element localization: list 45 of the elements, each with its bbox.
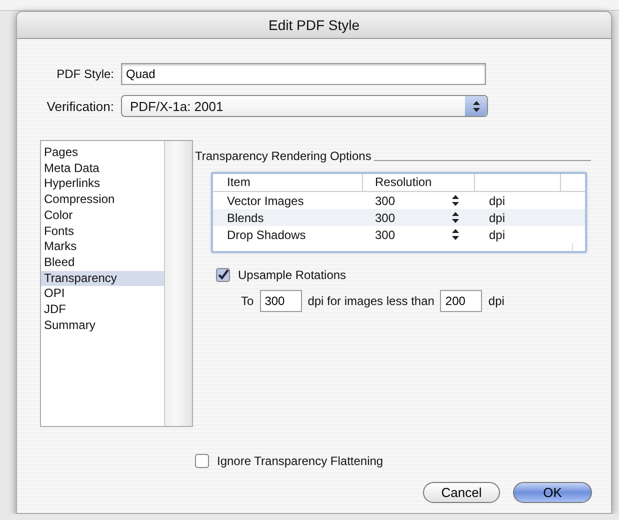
input-field[interactable]: 200 <box>440 290 482 312</box>
window-title: Edit PDF Style <box>268 17 360 33</box>
stepper-icon <box>472 100 480 112</box>
field-label: PDF Style: <box>56 67 114 81</box>
field-label: dpi <box>488 294 504 308</box>
table-cell-text: dpi <box>488 228 506 242</box>
table-cell-text: 300 <box>374 210 396 224</box>
sidebar-item[interactable]: Bleed <box>41 254 164 271</box>
sidebar-item[interactable]: Color <box>41 208 164 224</box>
dialog-button[interactable]: Cancel <box>423 482 500 503</box>
sidebar-item[interactable]: Transparency <box>41 270 164 286</box>
checkbox-label: Ignore Transparency Flattening <box>217 454 384 468</box>
table-cell-text: 300 <box>374 194 396 208</box>
input-field[interactable]: 300 <box>260 290 302 312</box>
scrollbar[interactable] <box>164 141 192 426</box>
input-field[interactable]: Quad <box>121 63 486 85</box>
field-label: To <box>241 294 254 308</box>
sidebar-item[interactable]: Summary <box>41 318 164 334</box>
table-cell-text: Drop Shadows <box>226 228 307 242</box>
checkbox[interactable] <box>216 268 230 282</box>
field-label: Verification: <box>46 98 114 114</box>
sidebar-item[interactable]: OPI <box>41 286 164 302</box>
checkbox-label: Upsample Rotations <box>238 268 346 282</box>
sidebar-item[interactable]: Hyperlinks <box>41 176 164 192</box>
group-title: Transparency Rendering Options <box>195 149 372 163</box>
column-header[interactable]: Item <box>213 174 363 191</box>
column-header[interactable]: Resolution <box>363 174 475 191</box>
stepper-icon[interactable] <box>452 229 458 240</box>
sidebar-item[interactable]: Fonts <box>41 224 164 240</box>
dialog-button[interactable]: OK <box>513 482 592 503</box>
sidebar-item[interactable]: JDF <box>41 302 164 318</box>
table-cell-text: Vector Images <box>226 194 305 208</box>
sidebar-item[interactable]: Marks <box>41 239 164 255</box>
stepper-icon[interactable] <box>452 195 458 206</box>
sidebar-item[interactable]: Meta Data <box>41 160 164 176</box>
table-cell-text: 300 <box>374 228 396 242</box>
stepper-icon[interactable] <box>452 212 458 223</box>
dropdown[interactable]: PDF/X-1a: 2001 <box>121 95 488 117</box>
field-label: dpi for images less than <box>308 294 434 308</box>
table-cell-text: Blends <box>226 210 265 224</box>
sidebar-item[interactable]: Pages <box>41 145 164 161</box>
checkbox[interactable] <box>195 454 209 468</box>
sidebar-item[interactable]: Compression <box>41 192 164 208</box>
table-cell-text: dpi <box>488 210 506 224</box>
table-cell-text: dpi <box>488 194 506 208</box>
